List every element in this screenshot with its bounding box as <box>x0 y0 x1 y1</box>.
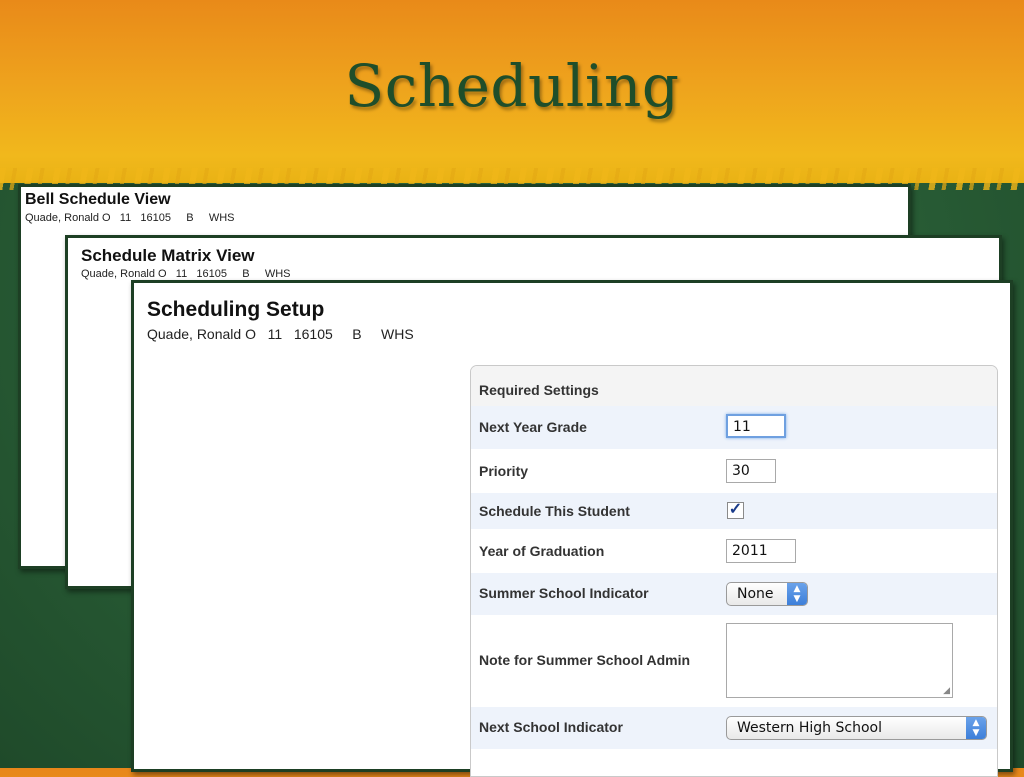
slide-title: Scheduling <box>344 52 680 120</box>
up-down-arrows-icon: ▲ ▼ <box>787 583 807 605</box>
row-schedule-this-student: Schedule This Student ✓ <box>471 493 997 529</box>
row-next-year-grade: Next Year Grade 11 <box>471 406 997 449</box>
up-down-arrows-icon: ▲ ▼ <box>966 717 986 739</box>
window-title: Bell Schedule View <box>25 191 171 208</box>
select-value: Western High School <box>737 720 882 736</box>
row-next-school-indicator: Next School Indicator Western High Schoo… <box>471 707 997 749</box>
panel-header: Required Settings <box>471 366 997 406</box>
year-of-graduation-input[interactable]: 2011 <box>726 539 796 563</box>
row-note-for-summer-school-admin: Note for Summer School Admin ◢ <box>471 615 997 707</box>
window-title: Schedule Matrix View <box>81 246 255 265</box>
student-info-line: Quade, Ronald O 11 16105 B WHS <box>25 212 235 224</box>
row-label: Note for Summer School Admin <box>479 652 691 668</box>
priority-input[interactable]: 30 <box>726 459 776 483</box>
row-summer-school-indicator: Summer School Indicator None ▲ ▼ <box>471 573 997 615</box>
row-label: Next Year Grade <box>479 419 587 435</box>
window-title: Scheduling Setup <box>147 298 325 321</box>
row-label: Priority <box>479 463 529 479</box>
student-info-line: Quade, Ronald O 11 16105 B WHS <box>81 268 291 280</box>
row-label: Schedule This Student <box>479 503 630 519</box>
note-for-summer-school-admin-textarea[interactable]: ◢ <box>726 623 953 698</box>
row-priority: Priority 30 <box>471 449 997 493</box>
checkmark-icon: ✓ <box>728 501 743 518</box>
next-school-indicator-select[interactable]: Western High School ▲ ▼ <box>726 716 987 740</box>
student-info-line: Quade, Ronald O 11 16105 B WHS <box>147 326 414 342</box>
select-value: None <box>737 586 774 602</box>
summer-school-indicator-select[interactable]: None ▲ ▼ <box>726 582 808 606</box>
next-year-grade-input[interactable]: 11 <box>726 414 786 438</box>
row-label: Summer School Indicator <box>479 585 649 601</box>
required-settings-panel: Required Settings Next Year Grade 11 Pri… <box>470 365 998 777</box>
row-label: Year of Graduation <box>479 543 605 559</box>
resize-grip-icon[interactable]: ◢ <box>943 686 950 695</box>
panel-header-label: Required Settings <box>479 382 599 398</box>
row-year-of-graduation: Year of Graduation 2011 <box>471 529 997 573</box>
schedule-this-student-checkbox[interactable]: ✓ <box>727 502 744 519</box>
scheduling-setup-window: Scheduling Setup Quade, Ronald O 11 1610… <box>131 280 1013 777</box>
row-label: Next School Indicator <box>479 719 623 735</box>
